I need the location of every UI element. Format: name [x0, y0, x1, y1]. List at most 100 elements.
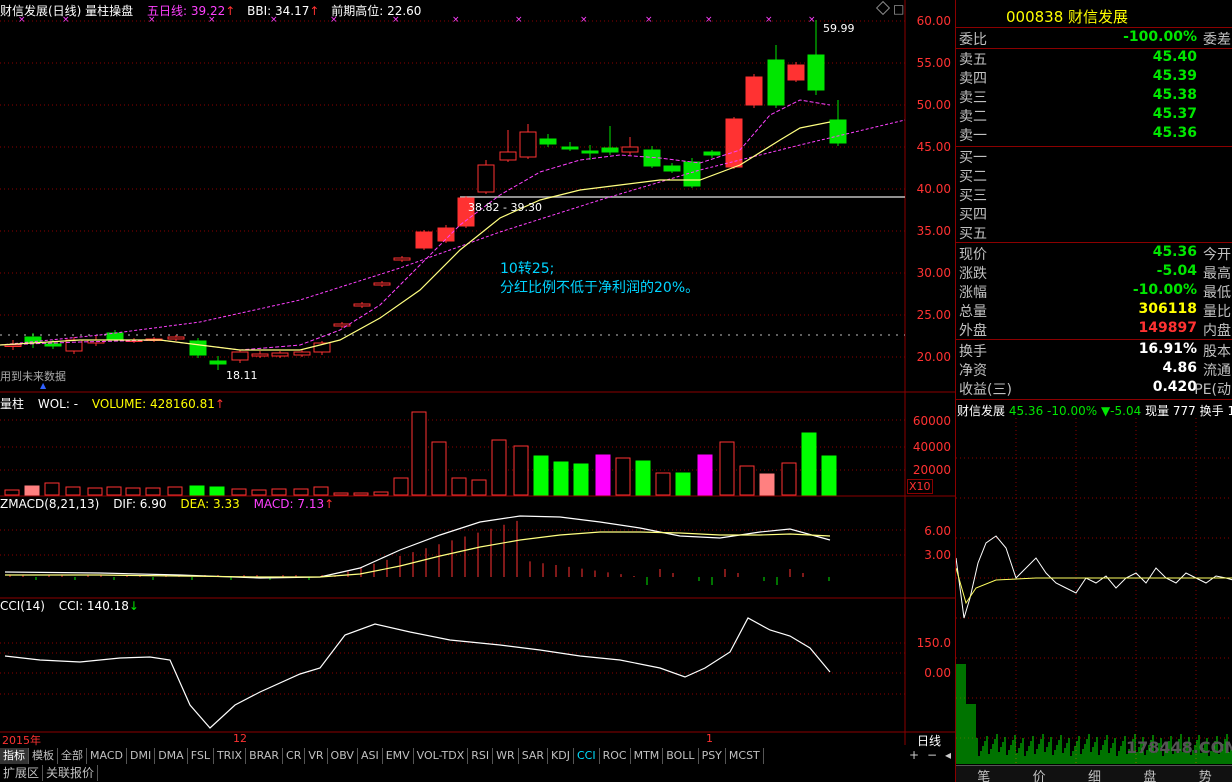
- tab-trix[interactable]: TRIX: [213, 748, 247, 764]
- price-tick: 60.00: [916, 14, 951, 28]
- tab-detail[interactable]: 细: [1088, 766, 1101, 782]
- tab-price[interactable]: 价: [1033, 766, 1046, 782]
- tab-rsi[interactable]: RSI: [468, 748, 494, 764]
- tab-dma[interactable]: DMA: [155, 748, 188, 764]
- note-line-1: 10转25;: [500, 261, 555, 277]
- svg-text:×: ×: [18, 15, 26, 25]
- tab-vr[interactable]: VR: [305, 748, 328, 764]
- stat-label: 涨幅: [959, 285, 987, 301]
- quote-tab-bar: 笔 价 细 盘 势: [956, 765, 1232, 782]
- svg-text:×: ×: [392, 15, 400, 25]
- tab-boll[interactable]: BOLL: [663, 748, 699, 764]
- tab-cci[interactable]: CCI: [573, 748, 600, 764]
- stat2-label: 收益(三): [959, 382, 1012, 398]
- svg-text:×: ×: [645, 15, 653, 25]
- bid-row: 买三: [956, 185, 1232, 204]
- volume-header: 量柱 WOL: - VOLUME: 428160.81↑: [0, 395, 235, 411]
- price-tick: 55.00: [916, 56, 951, 70]
- candle-body: [293, 351, 311, 356]
- tab-brar[interactable]: BRAR: [246, 748, 284, 764]
- tab-psy[interactable]: PSY: [698, 748, 726, 764]
- svg-text:×: ×: [148, 15, 156, 25]
- volume-bar: [393, 477, 409, 496]
- candle-body: [581, 150, 599, 154]
- price-tick: 25.00: [916, 308, 951, 322]
- tab-sar[interactable]: SAR: [518, 748, 549, 764]
- price-tick: 20.00: [916, 350, 951, 364]
- scroll-left-icon[interactable]: ◂: [945, 748, 951, 764]
- volume-bar: [781, 462, 797, 496]
- dif-line: [4, 515, 831, 579]
- tab-wr[interactable]: WR: [493, 748, 519, 764]
- bid-row: 买一: [956, 147, 1232, 166]
- tab-ticks[interactable]: 笔: [977, 766, 990, 782]
- zoom-in-icon[interactable]: +: [909, 748, 919, 764]
- stat2-label: 净资: [959, 363, 987, 379]
- tab-fsl[interactable]: FSL: [187, 748, 214, 764]
- volume-bar: [65, 486, 81, 496]
- tab-kdj[interactable]: KDJ: [548, 748, 574, 764]
- tab-macd[interactable]: MACD: [87, 748, 127, 764]
- tab-emv[interactable]: EMV: [382, 748, 414, 764]
- stat2-value: 4.86: [1162, 360, 1197, 376]
- stat2-label: 换手: [959, 344, 987, 360]
- tab-trend[interactable]: 势: [1199, 766, 1212, 782]
- quote-panel: 000838 财信发展 委比 -100.00% 委差 卖五 45.40 卖四 45…: [955, 0, 1232, 782]
- stat2-value: 0.420: [1152, 379, 1197, 395]
- svg-text:×: ×: [515, 15, 523, 25]
- tab-cr[interactable]: CR: [283, 748, 306, 764]
- candle-body: [539, 138, 557, 145]
- tab-全部[interactable]: 全部: [58, 748, 87, 764]
- candle-body: [519, 131, 537, 158]
- mini-price: 45.36: [1008, 404, 1044, 418]
- volume-bar: [471, 479, 487, 496]
- volume-bar: [353, 492, 369, 496]
- volume-bar: [373, 491, 389, 496]
- tab-asi[interactable]: ASI: [357, 748, 383, 764]
- tab-vol-tdx[interactable]: VOL-TDX: [413, 748, 469, 764]
- bid-label: 买一: [959, 150, 987, 166]
- svg-text:×: ×: [452, 15, 460, 25]
- volume-bar: [655, 472, 671, 496]
- volume-bar: [4, 489, 20, 496]
- svg-text:×: ×: [765, 15, 773, 25]
- price-tick: 30.00: [916, 266, 951, 280]
- volume-bar: [739, 465, 755, 496]
- ask-row: 卖一 45.36: [956, 125, 1232, 144]
- tab-related-quotes[interactable]: 关联报价: [43, 765, 99, 781]
- macd-header: ZMACD(8,21,13) DIF: 6.90 DEA: 3.33 MACD:…: [0, 497, 344, 513]
- zoom-out-icon[interactable]: −: [927, 748, 937, 764]
- tab-mtm[interactable]: MTM: [630, 748, 664, 764]
- high-price-label: 59.99: [823, 22, 855, 35]
- volume-bar: [513, 445, 529, 496]
- tab-book[interactable]: 盘: [1143, 766, 1156, 782]
- tab-mcst[interactable]: MCST: [725, 748, 764, 764]
- period-label[interactable]: 日线: [917, 732, 941, 749]
- candle-body: [829, 119, 847, 144]
- volume-bar: [821, 455, 837, 496]
- mini-chg: ▼-5.04: [1100, 404, 1142, 418]
- mini-turn: 换手 16: [1199, 404, 1232, 418]
- note-line-2: 分红比例不低于净利润的20%。: [500, 280, 700, 296]
- tab-obv[interactable]: OBV: [327, 748, 358, 764]
- tab-roc[interactable]: ROC: [599, 748, 631, 764]
- volume-value: VOLUME: 428160.81: [91, 397, 215, 411]
- weibi-label: 委比: [959, 32, 987, 48]
- candlestick-series: [4, 20, 847, 370]
- candle-body: [415, 231, 433, 249]
- candle-body: [561, 146, 579, 150]
- svg-text:×: ×: [208, 15, 216, 25]
- ask-price: 45.39: [1152, 68, 1197, 84]
- stat-label: 总量: [959, 304, 987, 320]
- candle-body: [333, 323, 351, 327]
- ask-price: 45.38: [1152, 87, 1197, 103]
- tab-模板[interactable]: 模板: [29, 748, 58, 764]
- candle-body: [477, 164, 495, 193]
- tab-指标[interactable]: 指标: [0, 748, 29, 764]
- tab-dmi[interactable]: DMI: [126, 748, 156, 764]
- arrow-up-icon: ↑: [324, 497, 335, 511]
- tab-extension[interactable]: 扩展区: [0, 765, 44, 781]
- candle-body: [393, 257, 411, 261]
- stat-value: 45.36: [1152, 244, 1197, 260]
- cci-value: CCI: 140.18: [58, 599, 129, 613]
